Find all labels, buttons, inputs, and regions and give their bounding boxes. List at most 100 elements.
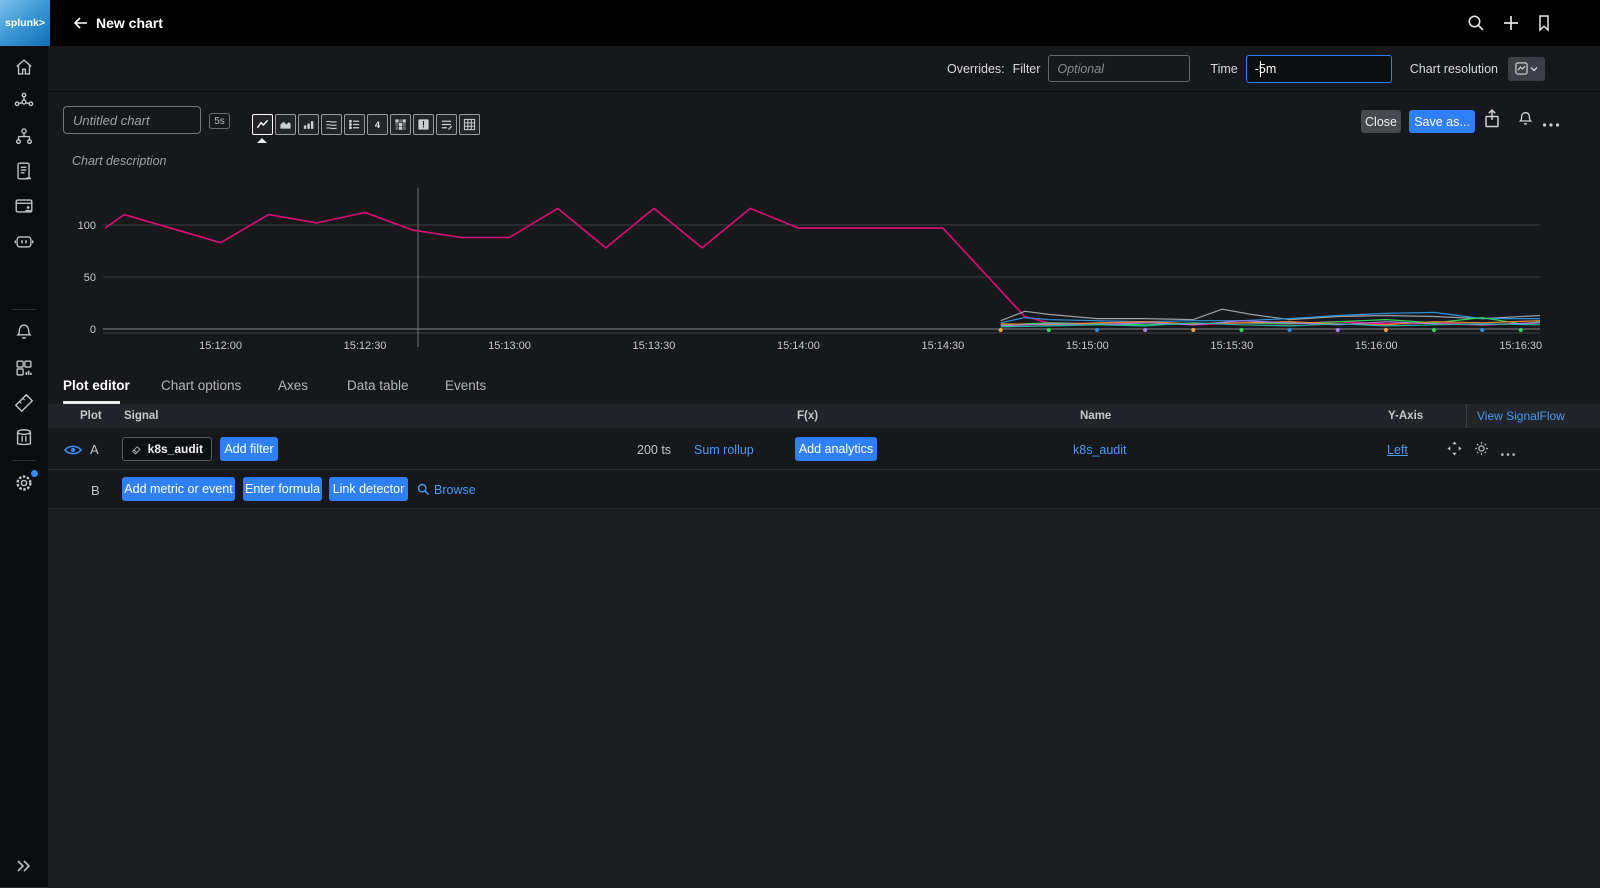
x-tick-label: 15:15:30 — [1210, 340, 1253, 352]
sidebar-divider — [12, 460, 36, 461]
chart-resolution-label: Chart resolution — [1410, 62, 1498, 76]
chart-type-event-feed-icon[interactable]: ! — [413, 114, 434, 135]
chart-type-text-icon[interactable] — [436, 114, 457, 135]
plus-icon[interactable] — [1501, 13, 1521, 33]
col-fx: F(x) — [797, 410, 818, 422]
col-signal: Signal — [124, 410, 159, 422]
chart-type-area-icon[interactable] — [275, 114, 296, 135]
data-management-icon[interactable] — [13, 427, 35, 449]
enter-formula-button[interactable]: Enter formula — [243, 477, 322, 501]
editor-tabs: Plot editor Chart options Axes Data tabl… — [48, 370, 1600, 404]
chart-canvas[interactable]: 05010015:12:0015:12:3015:13:0015:13:3015… — [48, 150, 1600, 365]
x-tick-label: 15:13:30 — [633, 340, 676, 352]
sidebar-divider — [12, 309, 36, 310]
bot-icon[interactable] — [13, 230, 35, 252]
x-tick-label: 15:13:00 — [488, 340, 531, 352]
data-point-marker — [1191, 328, 1195, 332]
ruler-icon[interactable] — [13, 392, 35, 414]
resolution-badge: 5s — [209, 113, 230, 129]
tab-plot-editor[interactable]: Plot editor — [63, 378, 130, 393]
add-metric-button[interactable]: Add metric or event — [122, 477, 235, 501]
page-title: New chart — [96, 15, 163, 31]
x-tick-label: 15:12:30 — [344, 340, 387, 352]
browse-search-icon[interactable] — [417, 483, 430, 501]
back-icon[interactable] — [72, 14, 90, 32]
filter-override-input[interactable] — [1048, 55, 1190, 82]
logs-icon[interactable] — [13, 160, 35, 182]
x-tick-label: 15:12:00 — [199, 340, 242, 352]
rollup-link[interactable]: Sum rollup — [694, 443, 754, 457]
plot-config-icon[interactable] — [1474, 441, 1489, 461]
chart-type-heatmap-icon[interactable] — [390, 114, 411, 135]
data-point-marker — [1047, 328, 1051, 332]
data-point-marker — [1519, 328, 1523, 332]
settings-notification-dot — [31, 470, 38, 477]
plot-letter: B — [91, 483, 100, 498]
chart-type-list-icon[interactable] — [344, 114, 365, 135]
plot-table-header: Plot Signal F(x) Name Y-Axis — [48, 404, 1600, 428]
chart-type-histogram-icon[interactable] — [321, 114, 342, 135]
x-tick-label: 15:16:00 — [1355, 340, 1398, 352]
tab-axes[interactable]: Axes — [278, 378, 308, 393]
home-icon[interactable] — [13, 56, 35, 78]
chart-title-input[interactable] — [63, 106, 201, 134]
left-sidebar — [0, 46, 48, 888]
x-tick-label: 15:15:00 — [1066, 340, 1109, 352]
view-signalflow-link[interactable]: View SignalFlow — [1477, 409, 1565, 423]
add-analytics-button[interactable]: Add analytics — [795, 437, 877, 461]
time-override-input[interactable] — [1246, 55, 1392, 83]
main-content: Overrides: Filter Time Chart resolution … — [48, 46, 1600, 888]
col-plot: Plot — [80, 410, 102, 422]
more-actions-icon[interactable] — [1542, 116, 1560, 134]
chart-type-selector: 4 ! — [252, 114, 480, 135]
visibility-eye-icon[interactable] — [64, 443, 82, 461]
y-tick-label: 0 — [90, 324, 96, 336]
dashboards-icon[interactable] — [13, 195, 35, 217]
x-tick-label: 15:16:30 — [1499, 340, 1542, 352]
browse-link[interactable]: Browse — [434, 483, 476, 497]
save-as-button[interactable]: Save as... — [1409, 110, 1475, 133]
infrastructure-icon[interactable] — [13, 126, 35, 148]
alerts-icon[interactable] — [13, 322, 35, 344]
filter-label: Filter — [1013, 62, 1041, 76]
overrides-bar: Overrides: Filter Time Chart resolution — [48, 46, 1600, 92]
plot-letter: A — [90, 442, 99, 457]
share-icon[interactable] — [1482, 108, 1502, 135]
svg-text:!: ! — [422, 120, 425, 130]
link-detector-button[interactable]: Link detector — [329, 477, 408, 501]
expand-sidebar-icon[interactable] — [14, 856, 36, 878]
move-plot-icon[interactable] — [1447, 441, 1462, 461]
bookmark-icon[interactable] — [1534, 13, 1554, 33]
signal-pill[interactable]: k8s_audit — [122, 437, 212, 461]
plot-row-a: A k8s_audit Add filter 200 ts Sum rollup… — [48, 428, 1600, 470]
series-k8s_audit — [105, 208, 1540, 324]
chart-type-single-value-icon[interactable]: 4 — [367, 114, 388, 135]
chart-resolution-button[interactable] — [1508, 57, 1545, 81]
tab-events[interactable]: Events — [445, 378, 486, 393]
signal-pill-label: k8s_audit — [148, 442, 203, 456]
chart-type-table-icon[interactable] — [459, 114, 480, 135]
add-filter-button[interactable]: Add filter — [220, 437, 278, 461]
plot-row-b: B Add metric or event Enter formula Link… — [48, 470, 1600, 509]
signal-name-link[interactable]: k8s_audit — [1073, 443, 1127, 457]
tab-data-table[interactable]: Data table — [347, 378, 409, 393]
overrides-label: Overrides: — [947, 62, 1005, 76]
data-point-marker — [999, 328, 1003, 332]
chart-type-line-icon[interactable] — [252, 114, 273, 135]
plot-more-icon[interactable] — [1500, 445, 1516, 463]
y-tick-label: 50 — [84, 272, 96, 284]
chart-type-column-icon[interactable] — [298, 114, 319, 135]
search-icon[interactable] — [1466, 13, 1486, 33]
alerts-bell-icon[interactable] — [1516, 110, 1535, 134]
service-map-icon[interactable] — [13, 91, 35, 113]
svg-text:4: 4 — [375, 120, 381, 130]
splunk-logo[interactable]: splunk> — [0, 0, 50, 46]
close-button[interactable]: Close — [1361, 110, 1401, 133]
chart-description-placeholder[interactable]: Chart description — [72, 154, 167, 168]
selected-type-caret — [257, 138, 267, 143]
metrics-icon[interactable] — [13, 357, 35, 379]
tab-chart-options[interactable]: Chart options — [161, 378, 241, 393]
data-point-marker — [1480, 328, 1484, 332]
data-point-marker — [1239, 328, 1243, 332]
y-axis-link[interactable]: Left — [1387, 443, 1408, 457]
